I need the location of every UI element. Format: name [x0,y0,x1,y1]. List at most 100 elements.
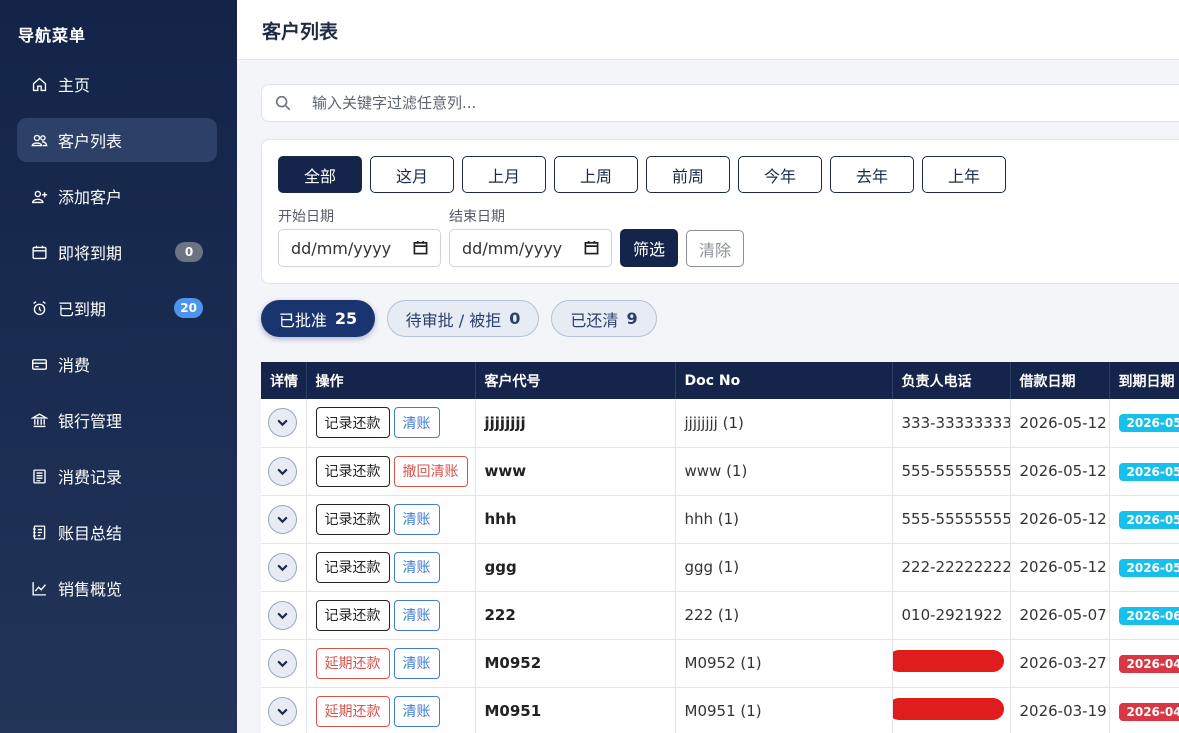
tab-count: 0 [509,309,521,328]
table-row: 延期还款 清账 M0952 M0952 (1) 2026-03-27 2026-0… [261,639,1179,688]
contact-phone: 010-2921922 [892,591,1011,640]
settle-button[interactable]: 清账 [393,551,440,583]
end-date-field[interactable]: dd/mm/yyyy [449,229,612,267]
contact-phone: 555-55555555 [892,447,1011,496]
period-this-year-button[interactable]: 今年 [738,156,822,193]
record-payment-button[interactable]: 记录还款 [315,407,390,439]
tab-pending-rejected[interactable]: 待审批 / 被拒 0 [387,300,539,337]
settle-button[interactable]: 清账 [393,647,440,679]
column-header[interactable]: 借款日期 [1010,362,1110,399]
sidebar-item-spending[interactable]: 消费 [17,342,217,386]
sidebar: 导航菜单 主页 客户列表 添加客户 即将到期 0 已到期 20 消费 银行管理 … [0,0,237,733]
due-date-cell: 2026-05-1 [1109,447,1179,496]
period-previous-year-button[interactable]: 去年 [830,156,914,193]
sidebar-item-label: 即将到期 [58,244,123,263]
sidebar-item-label: 添加客户 [58,188,123,207]
start-date-value: dd/mm/yyyy [291,238,392,258]
sidebar-item-label: 主页 [58,76,91,95]
tab-approved[interactable]: 已批准 25 [261,300,375,337]
sidebar-item-spending-records[interactable]: 消费记录 [17,454,217,498]
due-date-cell: 2026-06- [1109,591,1179,640]
column-header[interactable]: 客户代号 [475,362,676,399]
expand-row-button[interactable] [268,600,297,630]
period-last-year-button[interactable]: 上年 [922,156,1006,193]
sidebar-item-due-soon[interactable]: 即将到期 0 [17,230,217,274]
column-header[interactable]: 到期日期 [1109,362,1179,399]
sidebar-item-add-customer[interactable]: 添加客户 [17,174,217,218]
record-payment-button[interactable]: 记录还款 [315,551,390,583]
calendar-icon[interactable] [413,240,429,256]
alarm-clock-icon [30,299,48,317]
doc-no: 222 (1) [675,591,893,640]
period-week-before-button[interactable]: 前周 [646,156,730,193]
settle-button[interactable]: 清账 [393,503,440,535]
calendar-icon[interactable] [584,240,600,256]
expand-row-button[interactable] [268,696,297,726]
search-box [261,84,1179,122]
period-last-week-button[interactable]: 上周 [554,156,638,193]
sidebar-nav: 主页 客户列表 添加客户 即将到期 0 已到期 20 消费 银行管理 消费记录 … [17,62,217,622]
doc-no: hhh (1) [675,495,893,544]
due-date-badge: 2026-05-1 [1118,558,1179,577]
extend-payment-button[interactable]: 延期还款 [315,647,390,679]
expand-row-button[interactable] [268,552,297,582]
user-plus-icon [30,187,48,205]
loan-date: 2026-05-12 [1010,495,1110,544]
tab-label: 已批准 [278,310,327,330]
page-header: 客户列表 [237,0,1179,60]
column-header[interactable]: Doc No [675,362,893,399]
sidebar-item-ledger-summary[interactable]: 账目总结 [17,510,217,554]
period-all-button[interactable]: 全部 [278,156,362,193]
detail-cell [261,543,307,592]
detail-cell [261,687,307,733]
due-date-badge: 2026-06- [1118,606,1179,625]
filter-button[interactable]: 筛选 [620,229,678,267]
due-date-cell: 2026-05-2 [1109,495,1179,544]
expand-row-button[interactable] [268,408,297,438]
actions-cell: 记录还款 撤回清账 [306,447,476,496]
bank-icon [30,411,48,429]
table-row: 记录还款 清账 ggg ggg (1) 222-22222222 2026-05-… [261,543,1179,592]
column-header[interactable]: 负责人电话 [892,362,1011,399]
revoke-settle-button[interactable]: 撤回清账 [393,455,468,487]
column-header[interactable]: 操作 [306,362,476,399]
tab-label: 已还清 [570,310,619,330]
count-badge: 0 [175,242,203,262]
tab-paid-off[interactable]: 已还清 9 [551,300,657,337]
due-date-badge: 2026-05-1 [1118,414,1179,433]
expand-row-button[interactable] [268,648,297,678]
sidebar-item-customers[interactable]: 客户列表 [17,118,217,162]
expand-row-button[interactable] [268,504,297,534]
end-date-value: dd/mm/yyyy [462,238,563,258]
sidebar-item-home[interactable]: 主页 [17,62,217,106]
period-last-month-button[interactable]: 上月 [462,156,546,193]
users-icon [30,131,48,149]
contact-phone: 222-22222222 [892,543,1011,592]
tab-count: 9 [626,309,638,328]
page-title: 客户列表 [262,21,339,43]
sidebar-item-bank[interactable]: 银行管理 [17,398,217,442]
due-date-badge: 2026-04-2 [1118,654,1179,673]
record-payment-button[interactable]: 记录还款 [315,503,390,535]
sidebar-item-overdue[interactable]: 已到期 20 [17,286,217,330]
actions-cell: 延期还款 清账 [306,687,476,733]
search-input[interactable] [312,89,1172,117]
column-header[interactable]: 详情 [261,362,307,399]
customer-code: M0951 [475,687,676,733]
settle-button[interactable]: 清账 [393,407,440,439]
start-date-field[interactable]: dd/mm/yyyy [278,229,441,267]
expand-row-button[interactable] [268,456,297,486]
period-this-month-button[interactable]: 这月 [370,156,454,193]
sidebar-item-label: 账目总结 [58,524,123,543]
settle-button[interactable]: 清账 [393,695,440,727]
record-payment-button[interactable]: 记录还款 [315,599,390,631]
clear-button[interactable]: 清除 [686,230,744,267]
sidebar-item-sales-overview[interactable]: 销售概览 [17,566,217,610]
extend-payment-button[interactable]: 延期还款 [315,695,390,727]
table-row: 记录还款 清账 222 222 (1) 010-2921922 2026-05-0… [261,591,1179,640]
due-date-badge: 2026-05-1 [1118,462,1179,481]
loan-date: 2026-05-12 [1010,399,1110,448]
detail-cell [261,399,307,448]
record-payment-button[interactable]: 记录还款 [315,455,390,487]
settle-button[interactable]: 清账 [393,599,440,631]
